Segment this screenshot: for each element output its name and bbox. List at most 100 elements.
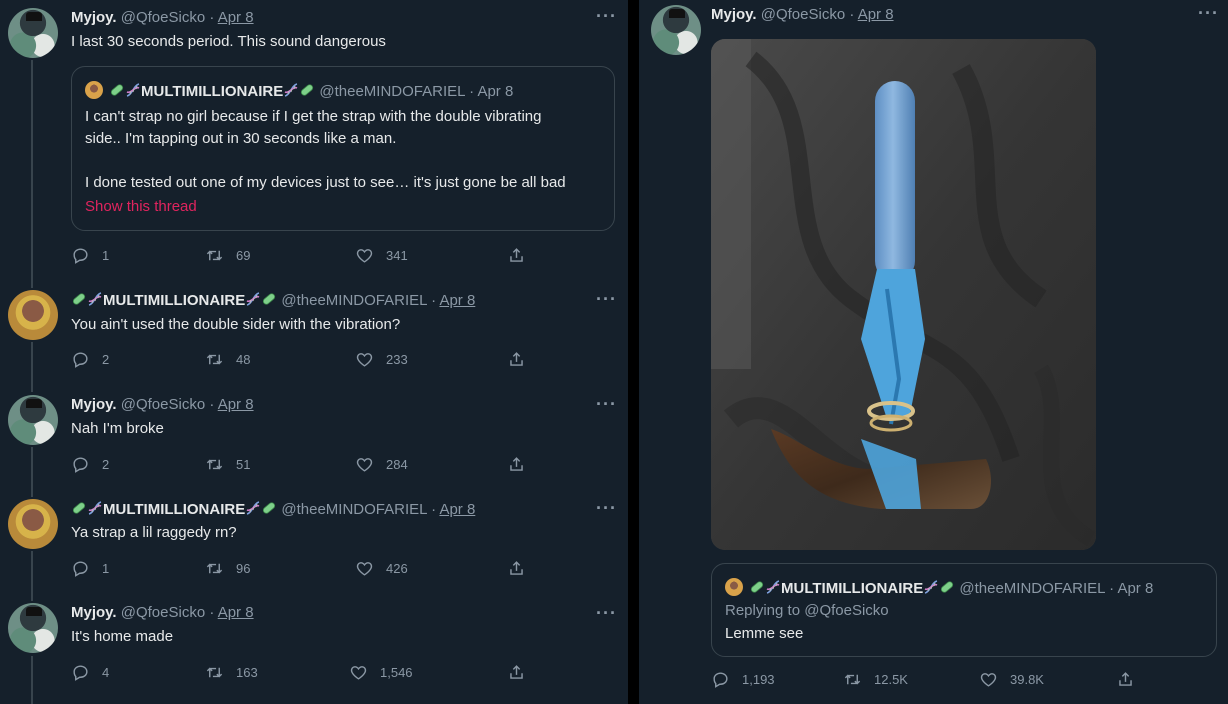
thread-connector: [31, 342, 33, 392]
like-button[interactable]: 1,546: [349, 662, 413, 682]
user-handle[interactable]: @theeMINDOFARIEL: [281, 292, 427, 309]
like-count: 426: [386, 560, 408, 576]
retweet-button[interactable]: 96: [205, 558, 250, 578]
tweet-photo[interactable]: [711, 39, 1096, 550]
share-button[interactable]: [507, 662, 526, 682]
like-count: 39.8K: [1010, 671, 1044, 687]
reply-count: 2: [102, 351, 110, 367]
share-button[interactable]: [507, 454, 526, 474]
retweet-count: 48: [236, 351, 251, 367]
avatar[interactable]: [8, 499, 58, 549]
reply-icon: [71, 559, 90, 578]
tweet-actions: 4 163 1,546: [71, 662, 541, 682]
more-icon[interactable]: ···: [596, 6, 617, 27]
like-button[interactable]: 426: [355, 558, 408, 578]
hammer-photo-image: [711, 39, 1096, 550]
user-handle[interactable]: @QfoeSicko: [761, 6, 845, 23]
pill-emoji-icon: [261, 291, 277, 307]
tweet-date[interactable]: Apr 8: [218, 396, 254, 413]
retweet-button[interactable]: 51: [205, 454, 250, 474]
more-icon[interactable]: ···: [596, 289, 617, 310]
retweet-icon: [205, 455, 224, 474]
display-name[interactable]: Myjoy.: [711, 6, 757, 23]
tweet-date[interactable]: Apr 8: [439, 501, 475, 518]
reply-button[interactable]: 1: [71, 245, 109, 265]
quote-text-line: I done tested out one of my devices just…: [85, 174, 566, 191]
like-count: 284: [386, 456, 408, 472]
reply-count: 1,193: [742, 671, 775, 687]
share-icon: [507, 663, 526, 682]
share-button[interactable]: [507, 245, 526, 265]
more-icon[interactable]: ···: [1198, 3, 1219, 24]
like-count: 341: [386, 247, 408, 263]
reply-button[interactable]: 4: [71, 662, 109, 682]
like-count: 233: [386, 351, 408, 367]
pill-emoji-icon: [71, 291, 87, 307]
dna-emoji-icon: [87, 500, 103, 516]
share-button[interactable]: [507, 558, 526, 578]
reply-button[interactable]: 1: [71, 558, 109, 578]
user-handle[interactable]: @QfoeSicko: [121, 396, 205, 413]
pill-emoji-icon: [299, 82, 315, 98]
tweet-date[interactable]: Apr 8: [218, 9, 254, 26]
tweet-date[interactable]: Apr 8: [439, 292, 475, 309]
user-handle[interactable]: @QfoeSicko: [121, 604, 205, 621]
retweet-button[interactable]: 12.5K: [843, 669, 908, 689]
pill-emoji-icon: [109, 82, 125, 98]
heart-icon: [355, 246, 374, 265]
retweet-button[interactable]: 163: [205, 662, 258, 682]
share-button[interactable]: [1116, 669, 1135, 689]
like-button[interactable]: 341: [355, 245, 408, 265]
display-name[interactable]: MULTIMILLIONAIRE: [103, 292, 245, 309]
tweet-actions: 1 69 341: [71, 245, 541, 265]
display-name[interactable]: Myjoy.: [71, 9, 117, 26]
quote-header: MULTIMILLIONAIRE @theeMINDOFARIEL · Apr …: [85, 81, 513, 100]
user-handle[interactable]: @QfoeSicko: [121, 9, 205, 26]
quoted-tweet[interactable]: MULTIMILLIONAIRE @theeMINDOFARIEL · Apr …: [71, 66, 615, 231]
separator: ·: [209, 604, 215, 621]
tweet-date[interactable]: Apr 8: [218, 604, 254, 621]
left-thread-panel: Myjoy. @QfoeSicko · Apr 8 ··· I last 30 …: [0, 0, 628, 704]
reply-tweet-card[interactable]: MULTIMILLIONAIRE @theeMINDOFARIEL · Apr …: [711, 563, 1217, 657]
retweet-icon: [205, 559, 224, 578]
like-button[interactable]: 39.8K: [979, 669, 1044, 689]
avatar: [725, 578, 743, 596]
display-name[interactable]: MULTIMILLIONAIRE: [103, 501, 245, 518]
reply-icon: [711, 670, 730, 689]
more-icon[interactable]: ···: [596, 498, 617, 519]
avatar[interactable]: [8, 395, 58, 445]
reply-icon: [71, 350, 90, 369]
share-icon: [1116, 670, 1135, 689]
reply-count: 4: [102, 664, 110, 680]
dna-emoji-icon: [245, 500, 261, 516]
avatar[interactable]: [8, 8, 58, 58]
dna-emoji-icon: [923, 579, 939, 595]
retweet-icon: [205, 246, 224, 265]
share-button[interactable]: [507, 349, 526, 369]
avatar[interactable]: [8, 603, 58, 653]
more-icon[interactable]: ···: [596, 394, 617, 415]
quote-text-line: side.. I'm tapping out in 30 seconds lik…: [85, 130, 397, 147]
avatar[interactable]: [651, 5, 701, 55]
retweet-button[interactable]: 69: [205, 245, 250, 265]
like-button[interactable]: 284: [355, 454, 408, 474]
avatar[interactable]: [8, 290, 58, 340]
reply-button[interactable]: 2: [71, 349, 109, 369]
dna-emoji-icon: [125, 82, 141, 98]
separator: ·: [1109, 580, 1115, 597]
tweet-date[interactable]: Apr 8: [858, 6, 894, 23]
retweet-button[interactable]: 48: [205, 349, 250, 369]
heart-icon: [355, 350, 374, 369]
reply-button[interactable]: 2: [71, 454, 109, 474]
separator: ·: [431, 292, 437, 309]
reply-button[interactable]: 1,193: [711, 669, 775, 689]
pill-emoji-icon: [749, 579, 765, 595]
display-name[interactable]: Myjoy.: [71, 604, 117, 621]
display-name[interactable]: Myjoy.: [71, 396, 117, 413]
dna-emoji-icon: [283, 82, 299, 98]
like-button[interactable]: 233: [355, 349, 408, 369]
tweet-actions: 2 48 233: [71, 349, 541, 369]
show-thread-link[interactable]: Show this thread: [85, 198, 197, 215]
more-icon[interactable]: ···: [596, 603, 617, 624]
user-handle[interactable]: @theeMINDOFARIEL: [281, 501, 427, 518]
